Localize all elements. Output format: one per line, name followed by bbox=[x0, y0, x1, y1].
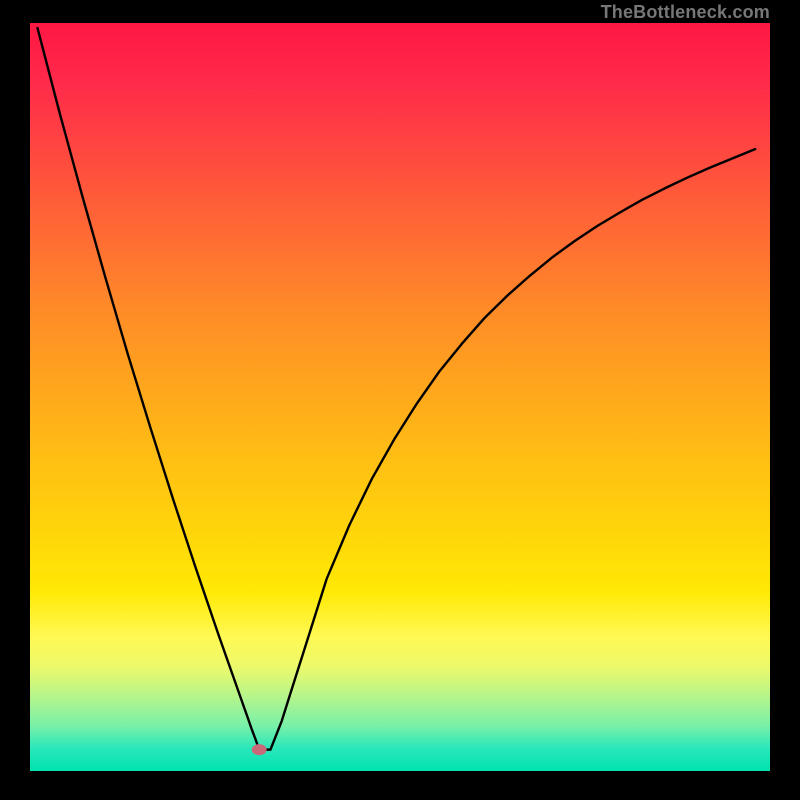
chart-container: TheBottleneck.com bbox=[0, 0, 800, 800]
minimum-marker bbox=[252, 745, 266, 755]
bottleneck-curve bbox=[37, 28, 755, 750]
attribution-text: TheBottleneck.com bbox=[601, 2, 770, 23]
curve-overlay bbox=[30, 23, 770, 771]
